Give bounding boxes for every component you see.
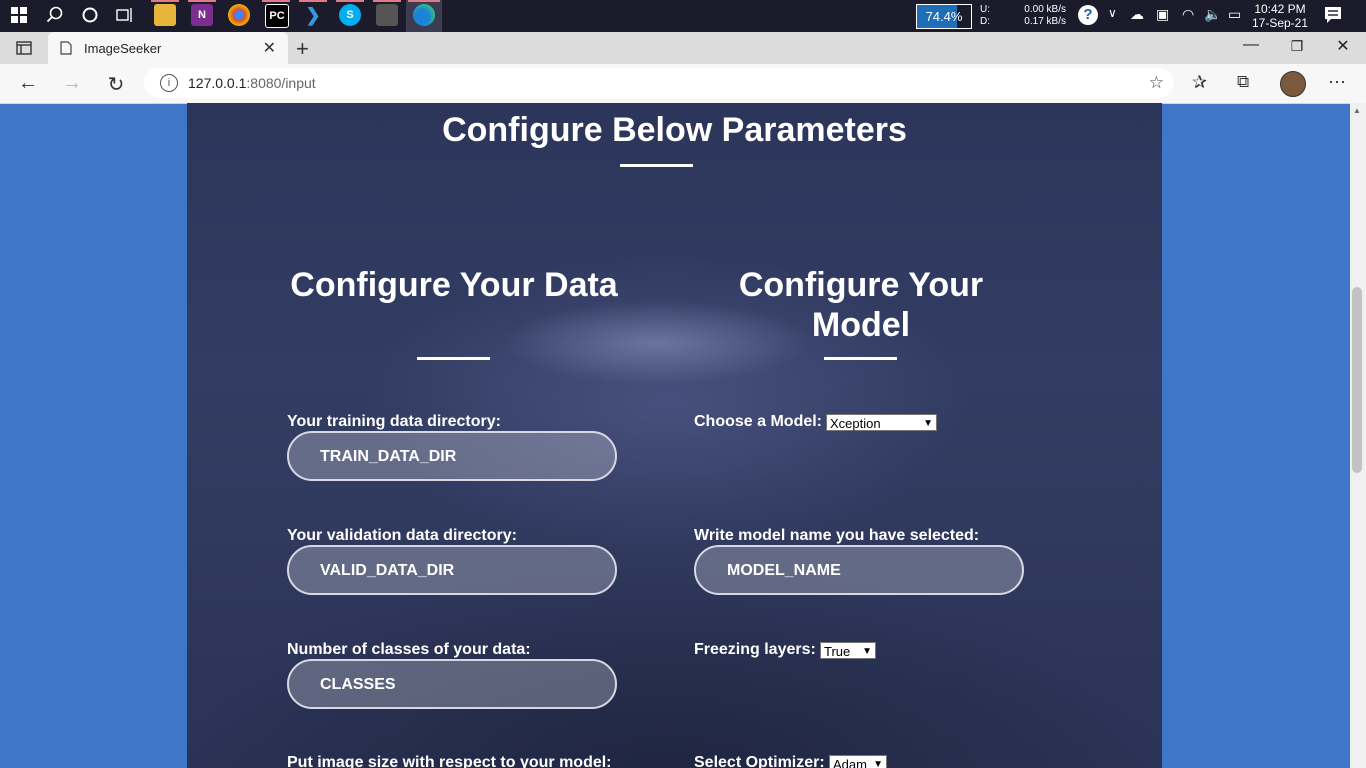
classes-input[interactable]: CLASSES	[287, 659, 617, 709]
active-app-indicator	[373, 0, 401, 2]
active-app-indicator	[408, 0, 440, 2]
scroll-up-icon[interactable]: ▲	[1353, 106, 1361, 115]
wifi-icon[interactable]: ◠	[1182, 6, 1194, 23]
terminal-icon[interactable]	[376, 4, 398, 26]
address-bar[interactable]: i 127.0.0.1:8080/input ☆	[144, 68, 1174, 98]
back-icon[interactable]: ←	[14, 72, 42, 95]
close-window-icon[interactable]: ✕	[1328, 36, 1358, 56]
system-clock[interactable]: 10:42 PM 17-Sep-21	[1250, 2, 1310, 30]
freeze-layers-label: Freezing layers:	[694, 641, 816, 658]
chevron-down-icon: ▼	[923, 418, 933, 429]
help-icon[interactable]: ?	[1078, 5, 1098, 25]
favorites-icon[interactable]: ✰	[1192, 72, 1207, 93]
crowd-background	[187, 463, 1162, 768]
clock-time: 10:42 PM	[1254, 2, 1306, 16]
optimizer-value: Adam	[833, 757, 867, 768]
chrome-icon[interactable]	[228, 4, 250, 26]
train-dir-input[interactable]: TRAIN_DATA_DIR	[287, 431, 617, 481]
optimizer-select[interactable]: Adam ▼	[829, 755, 887, 768]
more-options-icon[interactable]: ⋯	[1328, 72, 1346, 93]
security-icon[interactable]: ▣	[1156, 6, 1169, 23]
tab-actions-icon[interactable]	[16, 40, 32, 61]
windows-start-icon[interactable]	[8, 4, 30, 26]
new-tab-icon[interactable]: +	[296, 36, 309, 62]
task-view-icon[interactable]	[114, 4, 136, 26]
upload-label: U:	[980, 4, 990, 15]
clock-date: 17-Sep-21	[1251, 16, 1309, 30]
data-title-underline	[417, 357, 490, 360]
forward-icon[interactable]: →	[58, 72, 86, 95]
battery-icon[interactable]: ▭	[1228, 6, 1241, 23]
valid-dir-label: Your validation data directory:	[287, 527, 517, 544]
scrollbar-thumb[interactable]	[1352, 287, 1362, 473]
optimizer-label: Select Optimizer:	[694, 754, 825, 768]
active-app-indicator	[299, 0, 327, 2]
model-name-label: Write model name you have selected:	[694, 527, 980, 544]
cortana-icon[interactable]	[79, 4, 101, 26]
active-app-indicator	[336, 0, 364, 2]
net-labels: U: D:	[980, 4, 990, 28]
onenote-icon[interactable]: N	[191, 4, 213, 26]
minimize-icon[interactable]: —	[1236, 36, 1266, 54]
model-name-placeholder: MODEL_NAME	[727, 562, 841, 579]
download-label: D:	[980, 16, 990, 27]
upload-value: 0.00 kB/s	[1024, 4, 1066, 15]
model-select-value: Xception	[830, 416, 881, 431]
active-app-indicator	[151, 0, 179, 2]
model-name-input[interactable]: MODEL_NAME	[694, 545, 1024, 595]
refresh-icon[interactable]: ↻	[102, 72, 130, 97]
browser-toolbar: ← → ↻ i 127.0.0.1:8080/input ☆ ✰ ⧉ ⋯	[0, 64, 1366, 104]
model-select[interactable]: Xception ▼	[826, 414, 937, 431]
chevron-down-icon: ▼	[862, 646, 872, 657]
url-path: :8080/input	[246, 75, 316, 91]
active-app-indicator	[188, 0, 216, 2]
collections-icon[interactable]: ⧉	[1237, 72, 1249, 92]
active-app-indicator	[262, 0, 290, 2]
model-title-underline	[824, 357, 897, 360]
search-icon[interactable]	[44, 4, 66, 26]
pycharm-icon[interactable]: PC	[265, 4, 289, 28]
page-icon	[60, 41, 72, 60]
url-host: 127.0.0.1	[188, 75, 247, 91]
tab-imageseeker[interactable]: ImageSeeker ✕	[48, 32, 288, 64]
image-size-label: Put image size with respect to your mode…	[287, 754, 612, 768]
data-section-title: Configure Your Data	[290, 266, 618, 304]
edge-icon[interactable]	[413, 4, 435, 26]
url-text[interactable]: 127.0.0.1:8080/input	[188, 75, 316, 91]
network-percent: 74.4%	[925, 9, 963, 24]
onedrive-cloud-icon[interactable]: ☁	[1130, 6, 1144, 23]
close-tab-icon[interactable]: ✕	[263, 38, 276, 58]
page-content: Configure Below Parameters Configure You…	[187, 103, 1162, 768]
valid-dir-input[interactable]: VALID_DATA_DIR	[287, 545, 617, 595]
chevron-up-icon[interactable]: ∨	[1108, 6, 1117, 20]
windows-taskbar: N PC ❯ S 74.4% U: D: 0.00 kB/s 0.17 kB/s…	[0, 0, 1366, 32]
vscode-icon[interactable]: ❯	[302, 4, 324, 26]
restore-icon[interactable]: ❐	[1282, 38, 1312, 55]
train-dir-placeholder: TRAIN_DATA_DIR	[320, 448, 457, 465]
valid-dir-placeholder: VALID_DATA_DIR	[320, 562, 455, 579]
file-explorer-icon[interactable]	[154, 4, 176, 26]
skype-icon[interactable]: S	[339, 4, 361, 26]
classes-label: Number of classes of your data:	[287, 641, 531, 658]
train-dir-label: Your training data directory:	[287, 413, 501, 430]
classes-placeholder: CLASSES	[320, 676, 396, 693]
model-section-title: Configure Your Model	[738, 266, 984, 344]
freeze-layers-value: True	[824, 644, 851, 659]
title-underline	[620, 164, 693, 167]
download-value: 0.17 kB/s	[1024, 16, 1066, 27]
main-title: Configure Below Parameters	[442, 111, 907, 149]
volume-icon[interactable]: 🔈	[1204, 6, 1221, 23]
network-meter: 74.4%	[916, 4, 972, 29]
info-icon[interactable]: i	[160, 74, 178, 92]
notification-icon[interactable]	[1324, 6, 1342, 27]
chevron-down-icon: ▼	[873, 759, 883, 768]
model-choice-label: Choose a Model:	[694, 413, 823, 430]
add-favorite-icon[interactable]: ☆	[1149, 73, 1164, 93]
tab-title: ImageSeeker	[84, 41, 162, 56]
net-values: 0.00 kB/s 0.17 kB/s	[1020, 4, 1066, 28]
freeze-layers-select[interactable]: True ▼	[820, 642, 876, 659]
profile-avatar[interactable]	[1280, 71, 1306, 97]
